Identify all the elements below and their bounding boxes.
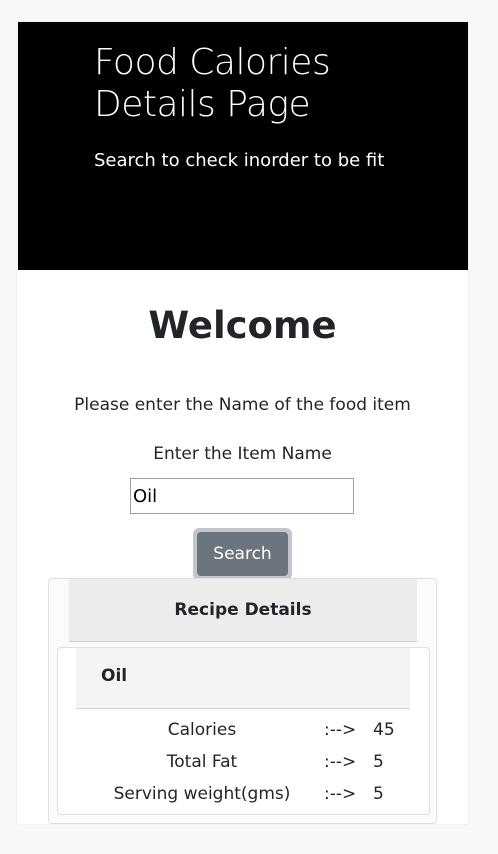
recipe-item-card: Oil Calories :--> 45 Total Fat :--> 5 Se… <box>57 647 430 815</box>
recipe-item-header: Oil <box>76 648 410 709</box>
nutrition-label: Total Fat <box>166 752 238 772</box>
hero-banner: Food Calories Details Page Search to che… <box>18 22 468 270</box>
page-title-line-1: Food Calories <box>94 42 331 83</box>
instruction-text: Please enter the Name of the food item <box>74 395 411 415</box>
nutrition-value: 5 <box>373 752 384 772</box>
search-button[interactable]: Search <box>197 532 288 576</box>
nutrition-row-serving-weight: Serving weight(gms) :--> 5 <box>58 784 429 812</box>
page-title: Food Calories Details Page <box>94 42 394 126</box>
nutrition-separator: :--> <box>324 784 357 804</box>
nutrition-value: 5 <box>373 784 384 804</box>
page-title-line-2: Details Page <box>94 84 311 125</box>
item-name-label: Enter the Item Name <box>153 444 332 464</box>
recipe-item-name: Oil <box>101 666 128 686</box>
search-button-focus-ring: Search <box>193 528 292 580</box>
page: Food Calories Details Page Search to che… <box>17 22 468 824</box>
recipe-details-card: Recipe Details Oil Calories :--> 45 Tota… <box>48 578 437 824</box>
nutrition-separator: :--> <box>324 752 357 772</box>
nutrition-label: Serving weight(gms) <box>113 784 291 804</box>
welcome-heading: Welcome <box>148 304 337 347</box>
nutrition-row-total-fat: Total Fat :--> 5 <box>58 752 429 780</box>
item-name-input[interactable] <box>130 478 354 514</box>
nutrition-row-calories: Calories :--> 45 <box>58 720 429 748</box>
nutrition-label: Calories <box>167 720 237 740</box>
nutrition-value: 45 <box>373 720 395 740</box>
page-subtitle: Search to check inorder to be fit <box>94 150 385 171</box>
recipe-details-header: Recipe Details <box>69 579 417 642</box>
nutrition-separator: :--> <box>324 720 357 740</box>
